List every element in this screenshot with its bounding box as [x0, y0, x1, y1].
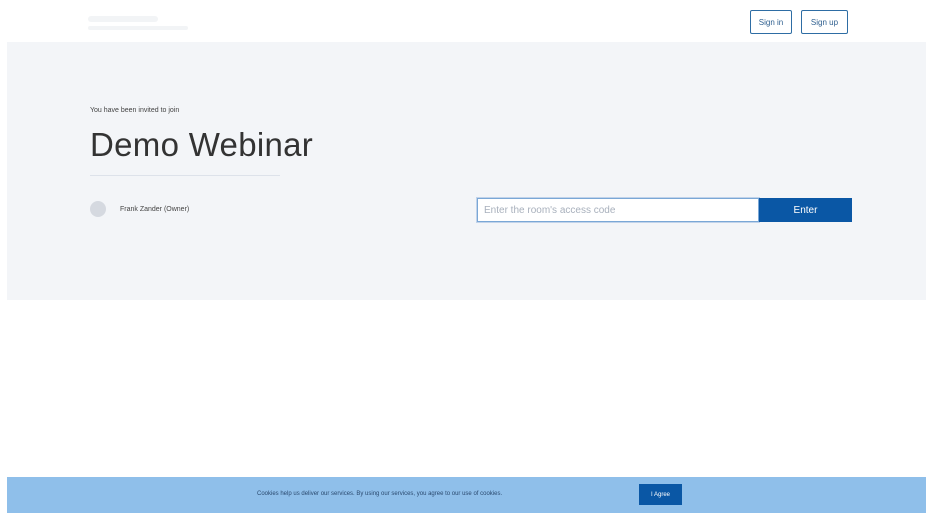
access-code-form: Enter — [477, 198, 852, 222]
top-navbar: Sign in Sign up — [0, 0, 926, 42]
access-code-input[interactable] — [477, 198, 759, 222]
title-divider — [90, 175, 280, 176]
sign-in-button[interactable]: Sign in — [750, 10, 792, 34]
agree-button[interactable]: I Agree — [639, 484, 682, 505]
logo-tagline — [88, 26, 188, 30]
logo[interactable] — [88, 12, 198, 34]
invite-text: You have been invited to join — [90, 107, 180, 114]
room-owner: Frank Zander (Owner) — [90, 200, 189, 218]
sign-up-button[interactable]: Sign up — [801, 10, 848, 34]
owner-name: Frank Zander (Owner) — [120, 205, 190, 213]
owner-avatar — [90, 201, 106, 217]
cookie-banner: Cookies help us deliver our services. By… — [7, 477, 926, 513]
enter-button[interactable]: Enter — [759, 198, 852, 222]
logo-mark — [88, 16, 158, 22]
room-hero: You have been invited to join Demo Webin… — [7, 42, 926, 300]
cookie-message: Cookies help us deliver our services. By… — [257, 491, 503, 497]
page: Sign in Sign up You have been invited to… — [0, 0, 926, 513]
room-title: Demo Webinar — [90, 126, 314, 163]
